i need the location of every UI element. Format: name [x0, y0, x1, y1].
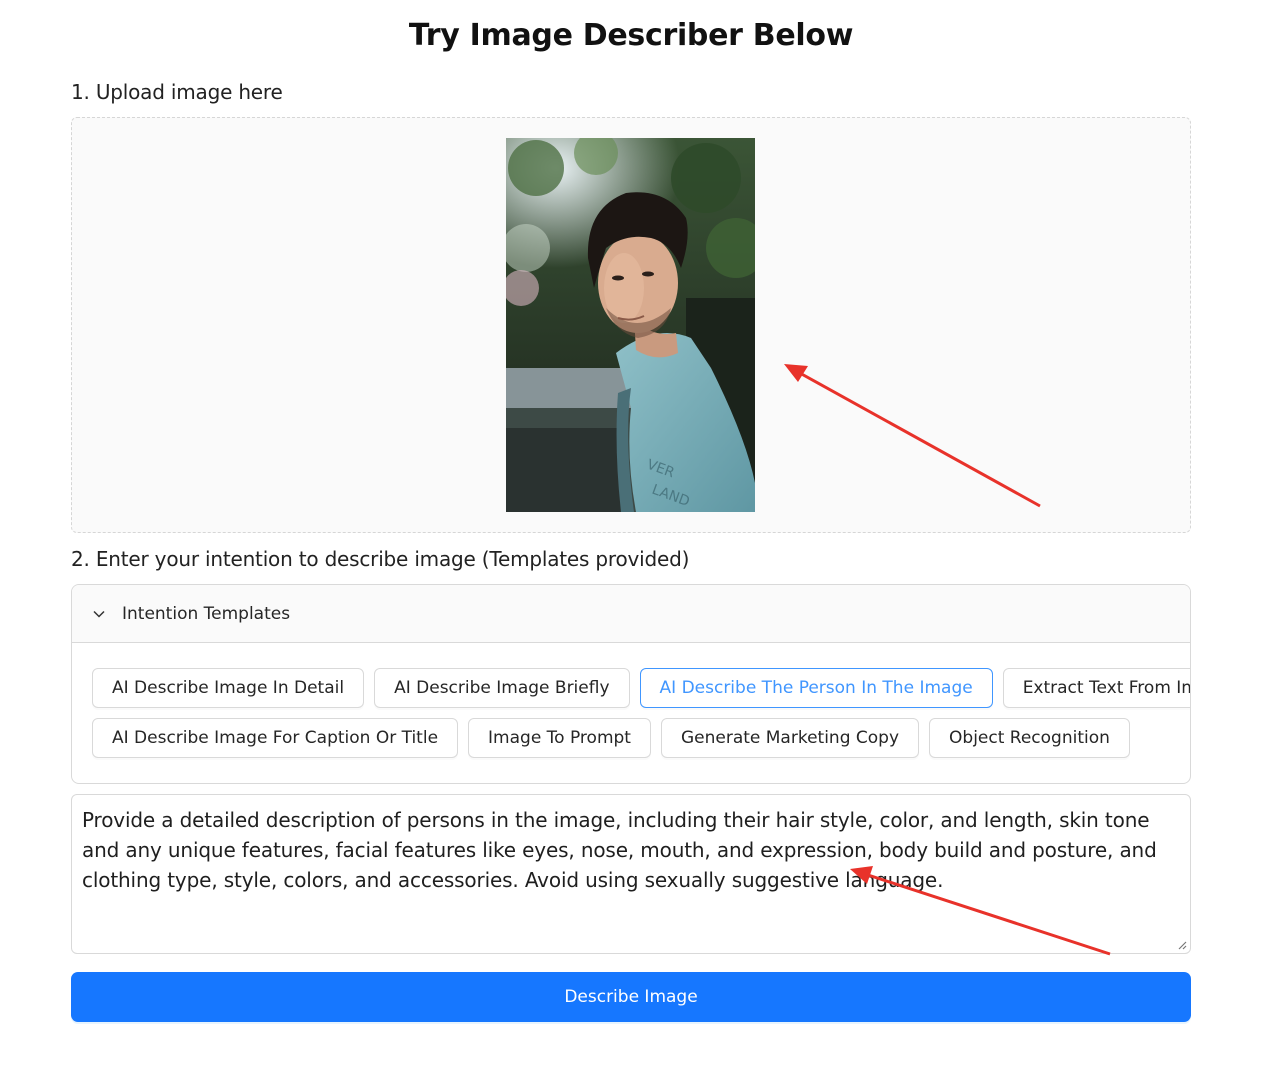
- describe-image-button[interactable]: Describe Image: [71, 972, 1191, 1022]
- image-upload-dropzone[interactable]: VER LAND: [71, 117, 1191, 533]
- template-describe-briefly-button[interactable]: AI Describe Image Briefly: [374, 668, 630, 708]
- upload-step-label: 1. Upload image here: [71, 80, 283, 104]
- intention-templates-title: Intention Templates: [122, 603, 291, 624]
- uploaded-image-preview: VER LAND: [506, 138, 755, 512]
- templates-list: AI Describe Image In Detail AI Describe …: [72, 643, 1190, 758]
- template-extract-text-button[interactable]: Extract Text From Image: [1002, 668, 1190, 708]
- intention-templates-panel: Intention Templates AI Describe Image In…: [71, 584, 1191, 784]
- intention-step-label: 2. Enter your intention to describe imag…: [71, 547, 690, 571]
- chevron-down-icon: [92, 607, 106, 621]
- intention-prompt-textarea[interactable]: Provide a detailed description of person…: [71, 794, 1191, 954]
- templates-row: AI Describe Image In Detail AI Describe …: [92, 668, 1190, 708]
- template-caption-title-button[interactable]: AI Describe Image For Caption Or Title: [92, 718, 459, 758]
- templates-row: AI Describe Image For Caption Or Title I…: [92, 718, 1170, 758]
- template-describe-person-button[interactable]: AI Describe The Person In The Image: [639, 668, 993, 708]
- intention-prompt-text: Provide a detailed description of person…: [82, 808, 1157, 892]
- template-marketing-copy-button[interactable]: Generate Marketing Copy: [660, 718, 920, 758]
- template-image-to-prompt-button[interactable]: Image To Prompt: [468, 718, 651, 758]
- template-describe-detail-button[interactable]: AI Describe Image In Detail: [92, 668, 365, 708]
- resize-grip-icon[interactable]: [1177, 940, 1187, 950]
- intention-templates-header[interactable]: Intention Templates: [72, 585, 1190, 643]
- template-object-recognition-button[interactable]: Object Recognition: [929, 718, 1130, 758]
- portrait-photo: VER LAND: [506, 138, 755, 512]
- page-title: Try Image Describer Below: [408, 18, 854, 53]
